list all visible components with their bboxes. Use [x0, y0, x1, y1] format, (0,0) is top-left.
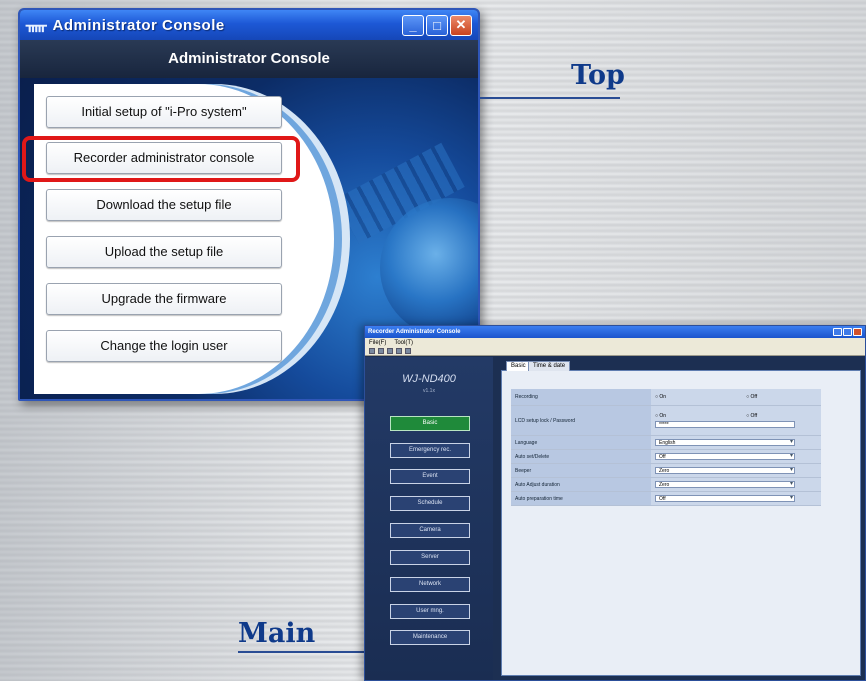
- download-setup-file-button[interactable]: Download the setup file: [46, 189, 282, 221]
- tab-basic[interactable]: Basic: [506, 361, 531, 371]
- title-bar: ᚅ Administrator Console _ □ ✕: [20, 10, 478, 40]
- setting-row: Auto preparation time Off: [511, 492, 821, 506]
- beeper-select[interactable]: Zero: [655, 467, 795, 474]
- main-label: Main: [238, 618, 316, 649]
- auto-duration-select[interactable]: Zero: [655, 481, 795, 488]
- sidebar-item-camera[interactable]: Camera: [390, 523, 470, 538]
- setting-row: Auto Adjust duration Zero: [511, 478, 821, 492]
- toolbar: [365, 347, 865, 356]
- main-window-title: Recorder Administrator Console: [368, 329, 461, 335]
- tab-time-date[interactable]: Time & date: [528, 361, 571, 371]
- model-name: WJ-ND400: [402, 373, 456, 385]
- recording-off-radio[interactable]: Off: [746, 394, 758, 400]
- auto-duration-label: Auto Adjust duration: [511, 478, 651, 491]
- app-icon: ᚅ: [26, 17, 47, 34]
- upgrade-firmware-button[interactable]: Upgrade the firmware: [46, 283, 282, 315]
- setting-row: Recording On Off: [511, 389, 821, 406]
- lcd-off-radio[interactable]: Off: [746, 413, 758, 419]
- main-close-button[interactable]: [853, 328, 862, 336]
- version-text: v1.1x: [423, 388, 435, 394]
- sidebar-item-server[interactable]: Server: [390, 550, 470, 565]
- menu-file[interactable]: File(F): [369, 340, 386, 346]
- setting-row: Auto set/Delete Off: [511, 450, 821, 464]
- settings-panel: Basic Time & date Recording On Off LCD s…: [501, 361, 861, 676]
- auto-preparation-select[interactable]: Off: [655, 495, 795, 502]
- change-login-user-button[interactable]: Change the login user: [46, 330, 282, 362]
- recording-label: Recording: [511, 389, 651, 405]
- sidebar-item-maintenance[interactable]: Maintenance: [390, 630, 470, 645]
- highlight-outline: [22, 136, 300, 182]
- auto-set-select[interactable]: Off: [655, 453, 795, 460]
- menu-bar: File(F) Tool(T): [365, 338, 865, 347]
- send-icon[interactable]: [396, 348, 402, 354]
- upload-setup-file-button[interactable]: Upload the setup file: [46, 236, 282, 268]
- lcd-on-radio[interactable]: On: [655, 413, 666, 419]
- sidebar-item-basic[interactable]: Basic: [390, 416, 470, 431]
- lcd-lock-label: LCD setup lock / Password: [511, 406, 651, 435]
- main-title-bar: Recorder Administrator Console: [365, 326, 865, 338]
- console-header: Administrator Console: [20, 40, 478, 78]
- initial-setup-button[interactable]: Initial setup of "i-Pro system": [46, 96, 282, 128]
- setting-row: Language English: [511, 436, 821, 450]
- minimize-button[interactable]: _: [402, 14, 424, 36]
- sidebar-item-emergency-rec[interactable]: Emergency rec.: [390, 443, 470, 458]
- sidebar-item-event[interactable]: Event: [390, 469, 470, 484]
- settings-grid: Recording On Off LCD setup lock / Passwo…: [511, 389, 821, 506]
- recording-on-radio[interactable]: On: [655, 394, 666, 400]
- password-field[interactable]: *****: [655, 421, 795, 428]
- auto-preparation-label: Auto preparation time: [511, 492, 651, 505]
- setting-row: LCD setup lock / Password On Off *****: [511, 406, 821, 436]
- beeper-label: Beeper: [511, 464, 651, 477]
- setting-row: Beeper Zero: [511, 464, 821, 478]
- main-callout-line: [238, 651, 365, 653]
- top-callout-line: [480, 97, 620, 99]
- sidebar: WJ-ND400 v1.1x Basic Emergency rec. Even…: [365, 357, 493, 680]
- language-label: Language: [511, 436, 651, 449]
- close-button[interactable]: ✕: [450, 14, 472, 36]
- sidebar-item-network[interactable]: Network: [390, 577, 470, 592]
- window-title: Administrator Console: [52, 16, 225, 34]
- menu-tool[interactable]: Tool(T): [394, 340, 413, 346]
- sidebar-item-schedule[interactable]: Schedule: [390, 496, 470, 511]
- auto-set-label: Auto set/Delete: [511, 450, 651, 463]
- open-icon[interactable]: [378, 348, 384, 354]
- main-minimize-button[interactable]: [833, 328, 842, 336]
- language-select[interactable]: English: [655, 439, 795, 446]
- maximize-button[interactable]: □: [426, 14, 448, 36]
- sidebar-item-user-mng[interactable]: User mng.: [390, 604, 470, 619]
- save-icon[interactable]: [387, 348, 393, 354]
- new-icon[interactable]: [369, 348, 375, 354]
- top-label: Top: [571, 60, 625, 91]
- main-maximize-button[interactable]: [843, 328, 852, 336]
- recorder-admin-console-window: Recorder Administrator Console File(F) T…: [364, 325, 866, 681]
- receive-icon[interactable]: [405, 348, 411, 354]
